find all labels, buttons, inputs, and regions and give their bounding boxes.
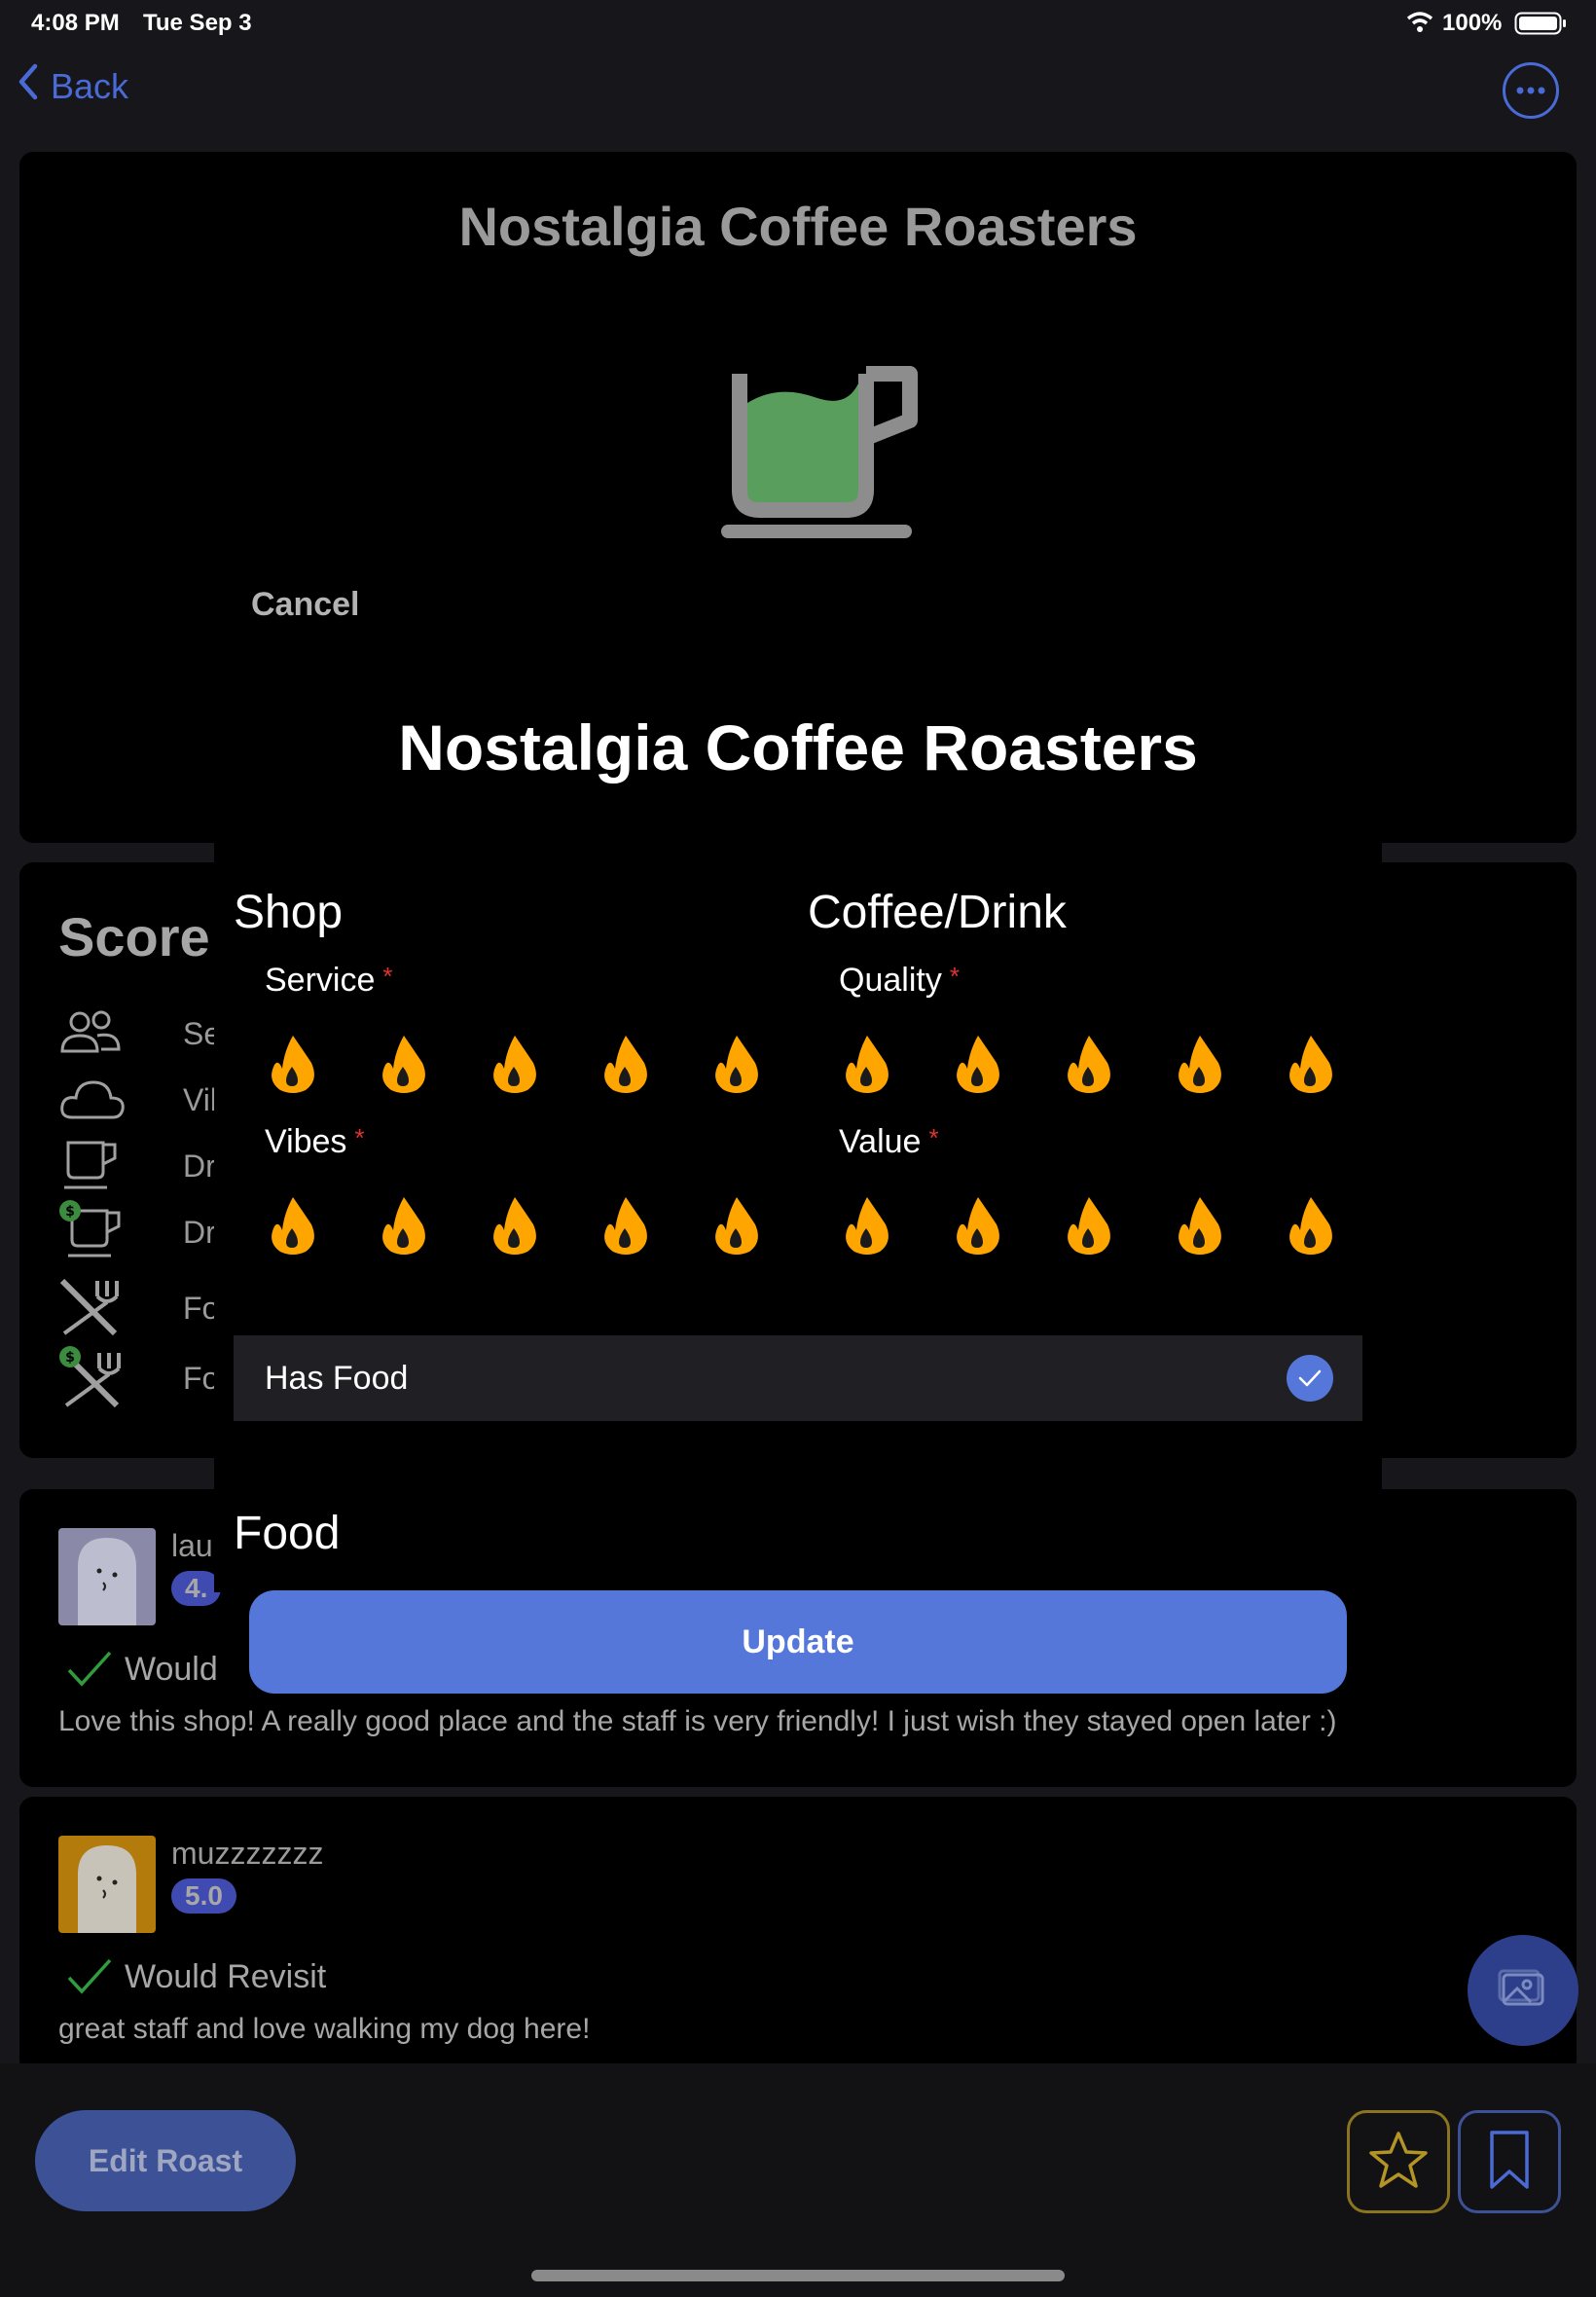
flame-icon[interactable] bbox=[839, 1030, 950, 1098]
status-time: 4:08 PM bbox=[31, 10, 120, 36]
flame-icon[interactable] bbox=[598, 1030, 708, 1098]
flame-icon[interactable] bbox=[708, 1191, 819, 1259]
flame-icon[interactable] bbox=[265, 1191, 376, 1259]
home-indicator bbox=[531, 2270, 1065, 2281]
revisit-label: Would Revisit bbox=[125, 1958, 327, 1995]
flame-icon[interactable] bbox=[1061, 1030, 1172, 1098]
flame-icon[interactable] bbox=[487, 1191, 598, 1259]
flame-icon[interactable] bbox=[265, 1030, 376, 1098]
modal-title: Nostalgia Coffee Roasters bbox=[398, 711, 1198, 784]
review-text: great staff and love walking my dog here… bbox=[58, 2013, 591, 2045]
flame-icon[interactable] bbox=[487, 1030, 598, 1098]
reviewer-name: lau bbox=[171, 1528, 213, 1563]
required-marker: * bbox=[354, 1123, 365, 1152]
checkmark-icon bbox=[66, 1956, 113, 2000]
checkmark-icon bbox=[66, 1649, 113, 1693]
flame-icon[interactable] bbox=[376, 1030, 487, 1098]
required-marker: * bbox=[949, 962, 960, 991]
favorite-button[interactable] bbox=[1347, 2110, 1450, 2213]
back-button[interactable]: Back bbox=[14, 62, 128, 110]
quality-rating[interactable] bbox=[839, 1030, 1394, 1098]
wifi-icon bbox=[1405, 10, 1434, 35]
cancel-button[interactable]: Cancel bbox=[251, 586, 360, 624]
battery-percent: 100% bbox=[1442, 10, 1503, 36]
required-marker: * bbox=[928, 1123, 939, 1152]
flame-icon[interactable] bbox=[1172, 1030, 1283, 1098]
service-rating[interactable] bbox=[265, 1030, 819, 1098]
revisit-label: Would bbox=[125, 1651, 218, 1688]
flame-icon[interactable] bbox=[598, 1191, 708, 1259]
quality-label: Quality * bbox=[839, 962, 960, 999]
value-label: Value * bbox=[839, 1123, 939, 1160]
rating-form: Shop Service * Vibes * Coffee/Drink Qualit… bbox=[214, 843, 1382, 1592]
update-button[interactable]: Update bbox=[249, 1590, 1347, 1694]
flame-icon[interactable] bbox=[950, 1030, 1061, 1098]
cup-dollar-icon: $ bbox=[58, 1199, 123, 1264]
back-label: Back bbox=[51, 65, 129, 106]
required-marker: * bbox=[382, 962, 393, 991]
avatar bbox=[58, 1528, 156, 1625]
svg-text:$: $ bbox=[65, 1204, 75, 1220]
cloud-icon bbox=[58, 1075, 127, 1128]
ellipsis-icon bbox=[1516, 82, 1545, 99]
photo-icon bbox=[1498, 1967, 1548, 2015]
chevron-left-icon bbox=[14, 62, 43, 110]
vibes-label: Vibes * bbox=[265, 1123, 365, 1160]
vibes-rating[interactable] bbox=[265, 1191, 819, 1259]
cup-icon bbox=[58, 1137, 123, 1196]
shop-section-heading: Shop bbox=[234, 887, 344, 938]
bookmark-button[interactable] bbox=[1458, 2110, 1561, 2213]
food-section-heading: Food bbox=[234, 1508, 341, 1559]
value-rating[interactable] bbox=[839, 1191, 1394, 1259]
shop-title: Nostalgia Coffee Roasters bbox=[458, 196, 1138, 257]
food-section-clip: Food bbox=[234, 1507, 340, 1592]
more-options-button[interactable] bbox=[1503, 62, 1559, 119]
flame-icon[interactable] bbox=[1172, 1191, 1283, 1259]
edit-roast-button[interactable]: Edit Roast bbox=[35, 2110, 296, 2211]
flame-icon[interactable] bbox=[1283, 1191, 1394, 1259]
flame-icon[interactable] bbox=[708, 1030, 819, 1098]
flame-icon[interactable] bbox=[1283, 1030, 1394, 1098]
flame-icon[interactable] bbox=[1061, 1191, 1172, 1259]
battery-icon bbox=[1514, 12, 1567, 35]
avatar bbox=[58, 1836, 156, 1933]
checkmark-circle-icon[interactable] bbox=[1287, 1355, 1333, 1402]
has-food-toggle[interactable]: Has Food bbox=[234, 1335, 1362, 1421]
review-card[interactable]: muzzzzzzz 5.0 Would Revisit great staff … bbox=[19, 1797, 1577, 2073]
flame-icon[interactable] bbox=[376, 1191, 487, 1259]
has-food-label: Has Food bbox=[265, 1359, 409, 1397]
flame-icon[interactable] bbox=[950, 1191, 1061, 1259]
utensils-icon bbox=[58, 1277, 123, 1342]
reviewer-name: muzzzzzzz bbox=[171, 1836, 324, 1871]
flame-icon[interactable] bbox=[839, 1191, 950, 1259]
score-title: Score bbox=[58, 906, 210, 967]
svg-text:$: $ bbox=[65, 1350, 75, 1366]
drink-section-heading: Coffee/Drink bbox=[808, 887, 1067, 938]
service-label: Service * bbox=[265, 962, 393, 999]
utensils-dollar-icon: $ bbox=[58, 1345, 123, 1414]
star-icon bbox=[1367, 2130, 1430, 2195]
review-text: Love this shop! A really good place and … bbox=[58, 1705, 1337, 1737]
coffee-cup-icon bbox=[701, 345, 944, 539]
rating-badge: 5.0 bbox=[171, 1878, 236, 1914]
people-icon bbox=[58, 1008, 123, 1062]
add-photo-button[interactable] bbox=[1468, 1935, 1578, 2046]
bookmark-icon bbox=[1486, 2129, 1533, 2196]
status-date: Tue Sep 3 bbox=[143, 10, 252, 36]
